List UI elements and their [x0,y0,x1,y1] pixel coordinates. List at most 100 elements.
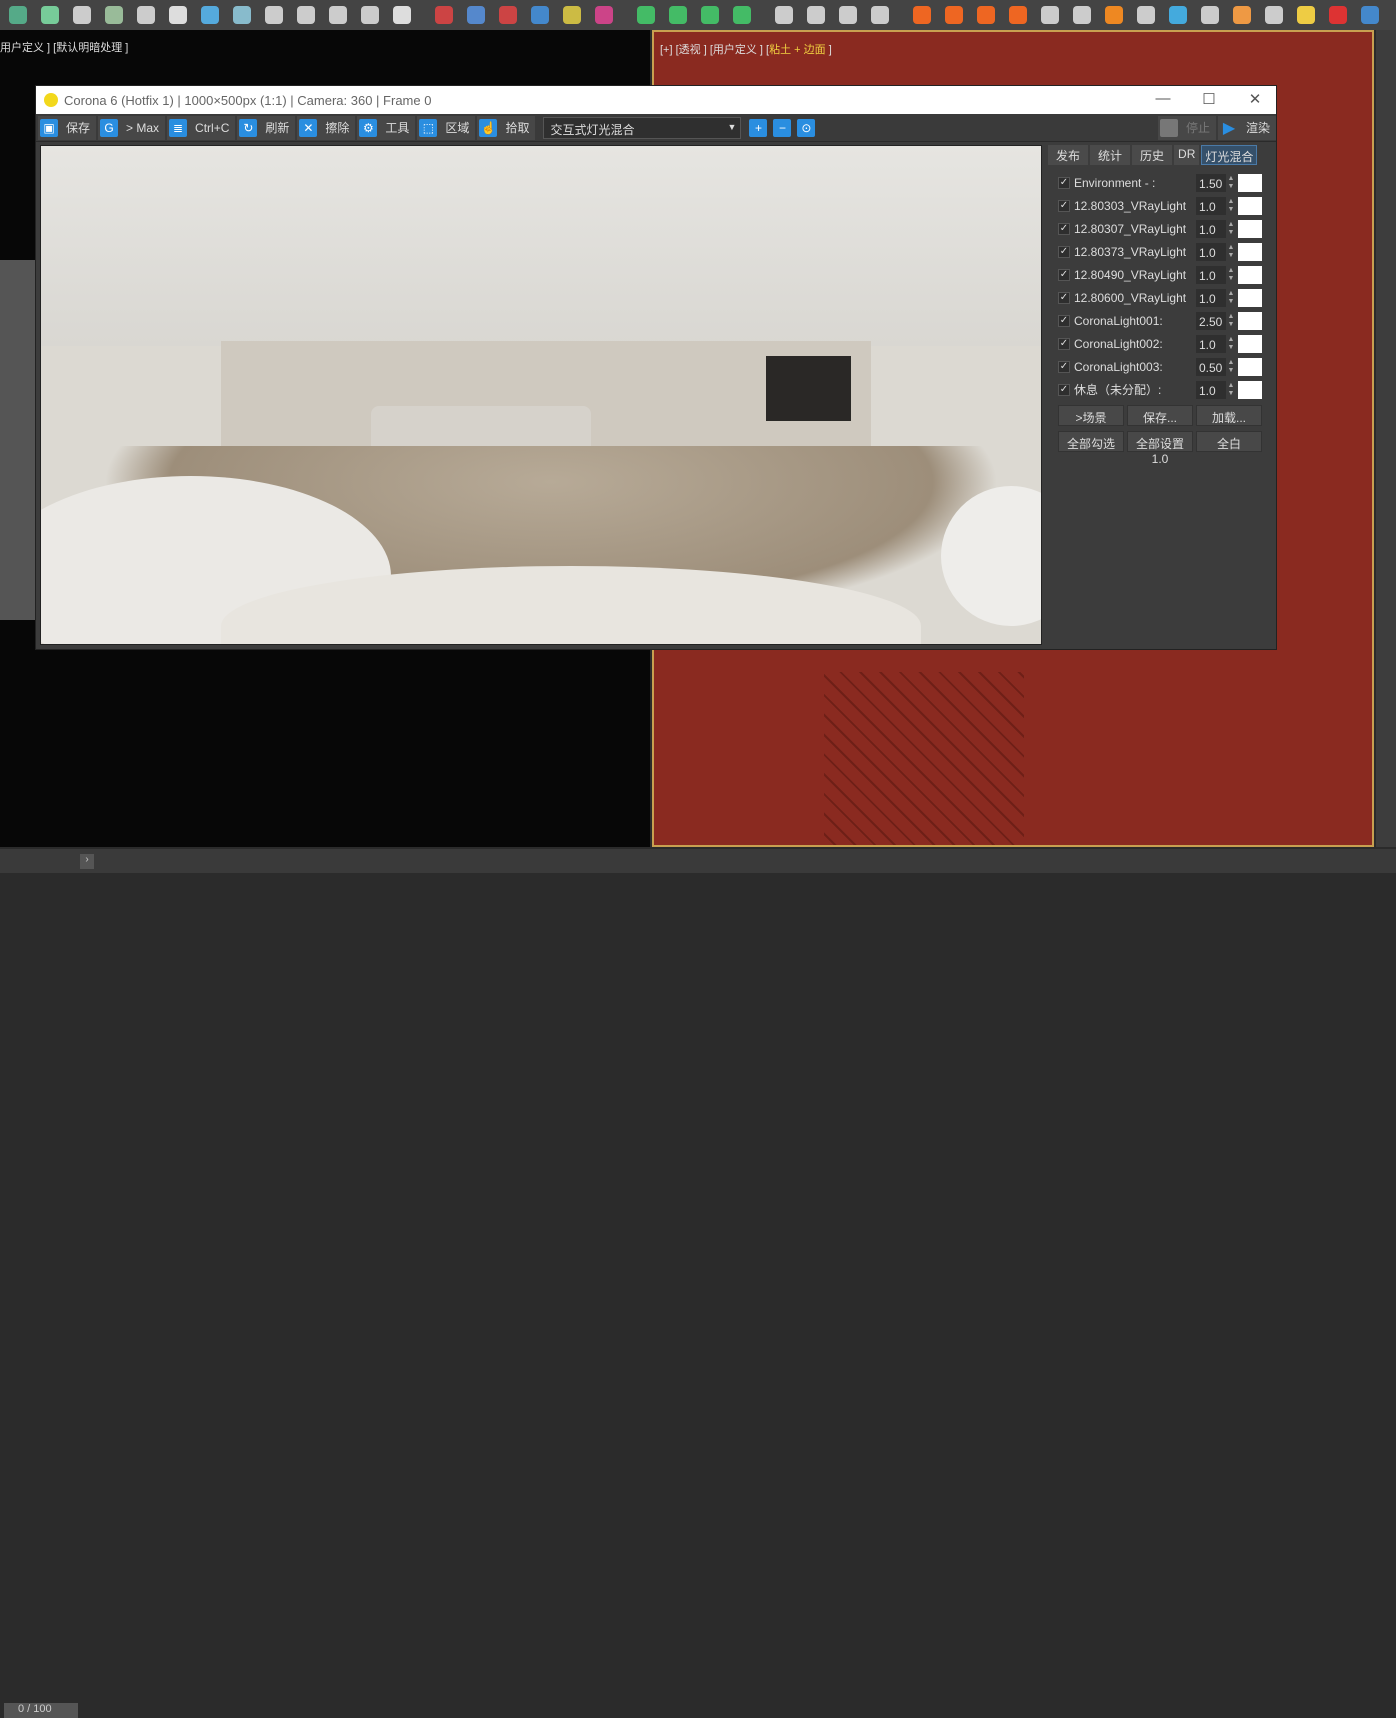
tab-dr[interactable]: DR [1174,145,1200,165]
tab-post[interactable]: 发布 [1048,145,1089,165]
tree-button[interactable] [36,2,64,28]
light-enabled-checkbox[interactable]: ✓ [1058,245,1070,258]
load-mix-button[interactable]: 加载... [1196,405,1262,426]
gear-button[interactable] [1036,2,1064,28]
light-intensity-input[interactable]: 1.0 [1196,265,1226,284]
star-button[interactable] [728,2,756,28]
render-button[interactable]: ▶ 渲染 [1217,115,1276,140]
intensity-spinner[interactable]: ▲ ▼ [1226,175,1236,191]
layout-button[interactable] [228,2,256,28]
light-enabled-checkbox[interactable]: ✓ [1058,383,1070,396]
cube-blue-button[interactable] [462,2,490,28]
refresh-button[interactable]: ↻ 刷新 [237,115,296,140]
light-intensity-input[interactable]: 1.0 [1196,196,1226,215]
save-button[interactable]: ▣ 保存 [38,115,97,140]
fire-button[interactable] [494,2,522,28]
map-button[interactable] [196,2,224,28]
light-color-swatch[interactable] [1238,219,1262,238]
light-color-swatch[interactable] [1238,265,1262,284]
zoom-in-icon[interactable]: + [749,118,768,137]
light-intensity-input[interactable]: 0.50 [1196,357,1226,376]
flame5-button[interactable] [1100,2,1128,28]
film-button[interactable] [260,2,288,28]
arrow-button[interactable] [664,2,692,28]
intensity-spinner[interactable]: ▲ ▼ [1226,359,1236,375]
intensity-spinner[interactable]: ▲ ▼ [1226,267,1236,283]
to-scene-button[interactable]: >场景 [1058,405,1124,426]
s-button[interactable] [1068,2,1096,28]
trash-button[interactable] [866,2,894,28]
light-color-swatch[interactable] [1238,357,1262,376]
camera-button[interactable] [292,2,320,28]
intensity-spinner[interactable]: ▲ ▼ [1226,198,1236,214]
drop-button[interactable] [1164,2,1192,28]
light-enabled-checkbox[interactable]: ✓ [1058,360,1070,373]
cube-red-button[interactable] [430,2,458,28]
light-enabled-checkbox[interactable]: ✓ [1058,199,1070,212]
minimize-button[interactable]: — [1140,90,1186,107]
grid-button[interactable] [696,2,724,28]
play-button[interactable] [770,2,798,28]
bowl2-button[interactable] [1260,2,1288,28]
book-button[interactable] [68,2,96,28]
tab-lightmix[interactable]: 灯光混合 [1201,145,1258,165]
maximize-button[interactable]: ☐ [1186,90,1232,108]
pine-button[interactable] [100,2,128,28]
light-intensity-input[interactable]: 1.0 [1196,380,1226,399]
check-all-button[interactable]: 全部勾选 [1058,431,1124,452]
cup-button[interactable] [1228,2,1256,28]
light-intensity-input[interactable]: 2.50 [1196,311,1226,330]
tab-stats[interactable]: 统计 [1090,145,1131,165]
max-button[interactable]: G > Max [98,115,166,140]
viewport-label[interactable]: [+] [透视 ] [用户定义 ] [粘土 + 边面 ] [660,41,832,57]
intensity-spinner[interactable]: ▲ ▼ [1226,382,1236,398]
stop-button[interactable]: 停止 [1157,115,1216,140]
create-button[interactable] [4,2,32,28]
light-color-swatch[interactable] [1238,173,1262,192]
bonsai-button[interactable] [132,2,160,28]
light-color-swatch[interactable] [1238,242,1262,261]
light-color-swatch[interactable] [1238,196,1262,215]
channel-select[interactable]: 交互式灯光混合 ▼ [543,116,742,139]
copy-button[interactable]: ≣ Ctrl+C [167,115,236,140]
light-color-swatch[interactable] [1238,311,1262,330]
light-intensity-input[interactable]: 1.0 [1196,242,1226,261]
c-button[interactable] [1356,2,1384,28]
intensity-spinner[interactable]: ▲ ▼ [1226,290,1236,306]
flame4-button[interactable] [1004,2,1032,28]
time-slider[interactable]: 0 / 100 [4,1703,78,1718]
light-enabled-checkbox[interactable]: ✓ [1058,268,1070,281]
pick-button[interactable]: ☝ 拾取 [477,115,536,140]
clear-button[interactable]: ✕ 擦除 [297,115,356,140]
zoom-fit-icon[interactable]: ⊙ [797,118,816,137]
tomato-button[interactable] [1324,2,1352,28]
all-white-button[interactable]: 全白 [1196,431,1262,452]
light-color-swatch[interactable] [1238,334,1262,353]
intensity-spinner[interactable]: ▲ ▼ [1226,313,1236,329]
light-intensity-input[interactable]: 1.0 [1196,288,1226,307]
light-intensity-input[interactable]: 1.0 [1196,334,1226,353]
flame3-button[interactable] [972,2,1000,28]
jar-button[interactable] [1196,2,1224,28]
flame2-button[interactable] [940,2,968,28]
box-button[interactable] [324,2,352,28]
save-mix-button[interactable]: 保存... [1127,405,1193,426]
rotate-button[interactable] [164,2,192,28]
close-button[interactable]: ✕ [1232,90,1278,108]
stop-button[interactable] [834,2,862,28]
tools-button[interactable]: ⚙ 工具 [357,115,416,140]
set-all-one-button[interactable]: 全部设置1.0 [1127,431,1193,466]
light-enabled-checkbox[interactable]: ✓ [1058,222,1070,235]
intensity-spinner[interactable]: ▲ ▼ [1226,336,1236,352]
move-button[interactable] [632,2,660,28]
flame1-button[interactable] [908,2,936,28]
zoom-out-icon[interactable]: − [773,118,792,137]
bowl-button[interactable] [356,2,384,28]
water-button[interactable] [526,2,554,28]
light-intensity-input[interactable]: 1.50 [1196,173,1226,192]
tab-history[interactable]: 历史 [1132,145,1173,165]
light-intensity-input[interactable]: 1.0 [1196,219,1226,238]
light-enabled-checkbox[interactable]: ✓ [1058,176,1070,189]
light-color-swatch[interactable] [1238,288,1262,307]
bulb-button[interactable] [388,2,416,28]
